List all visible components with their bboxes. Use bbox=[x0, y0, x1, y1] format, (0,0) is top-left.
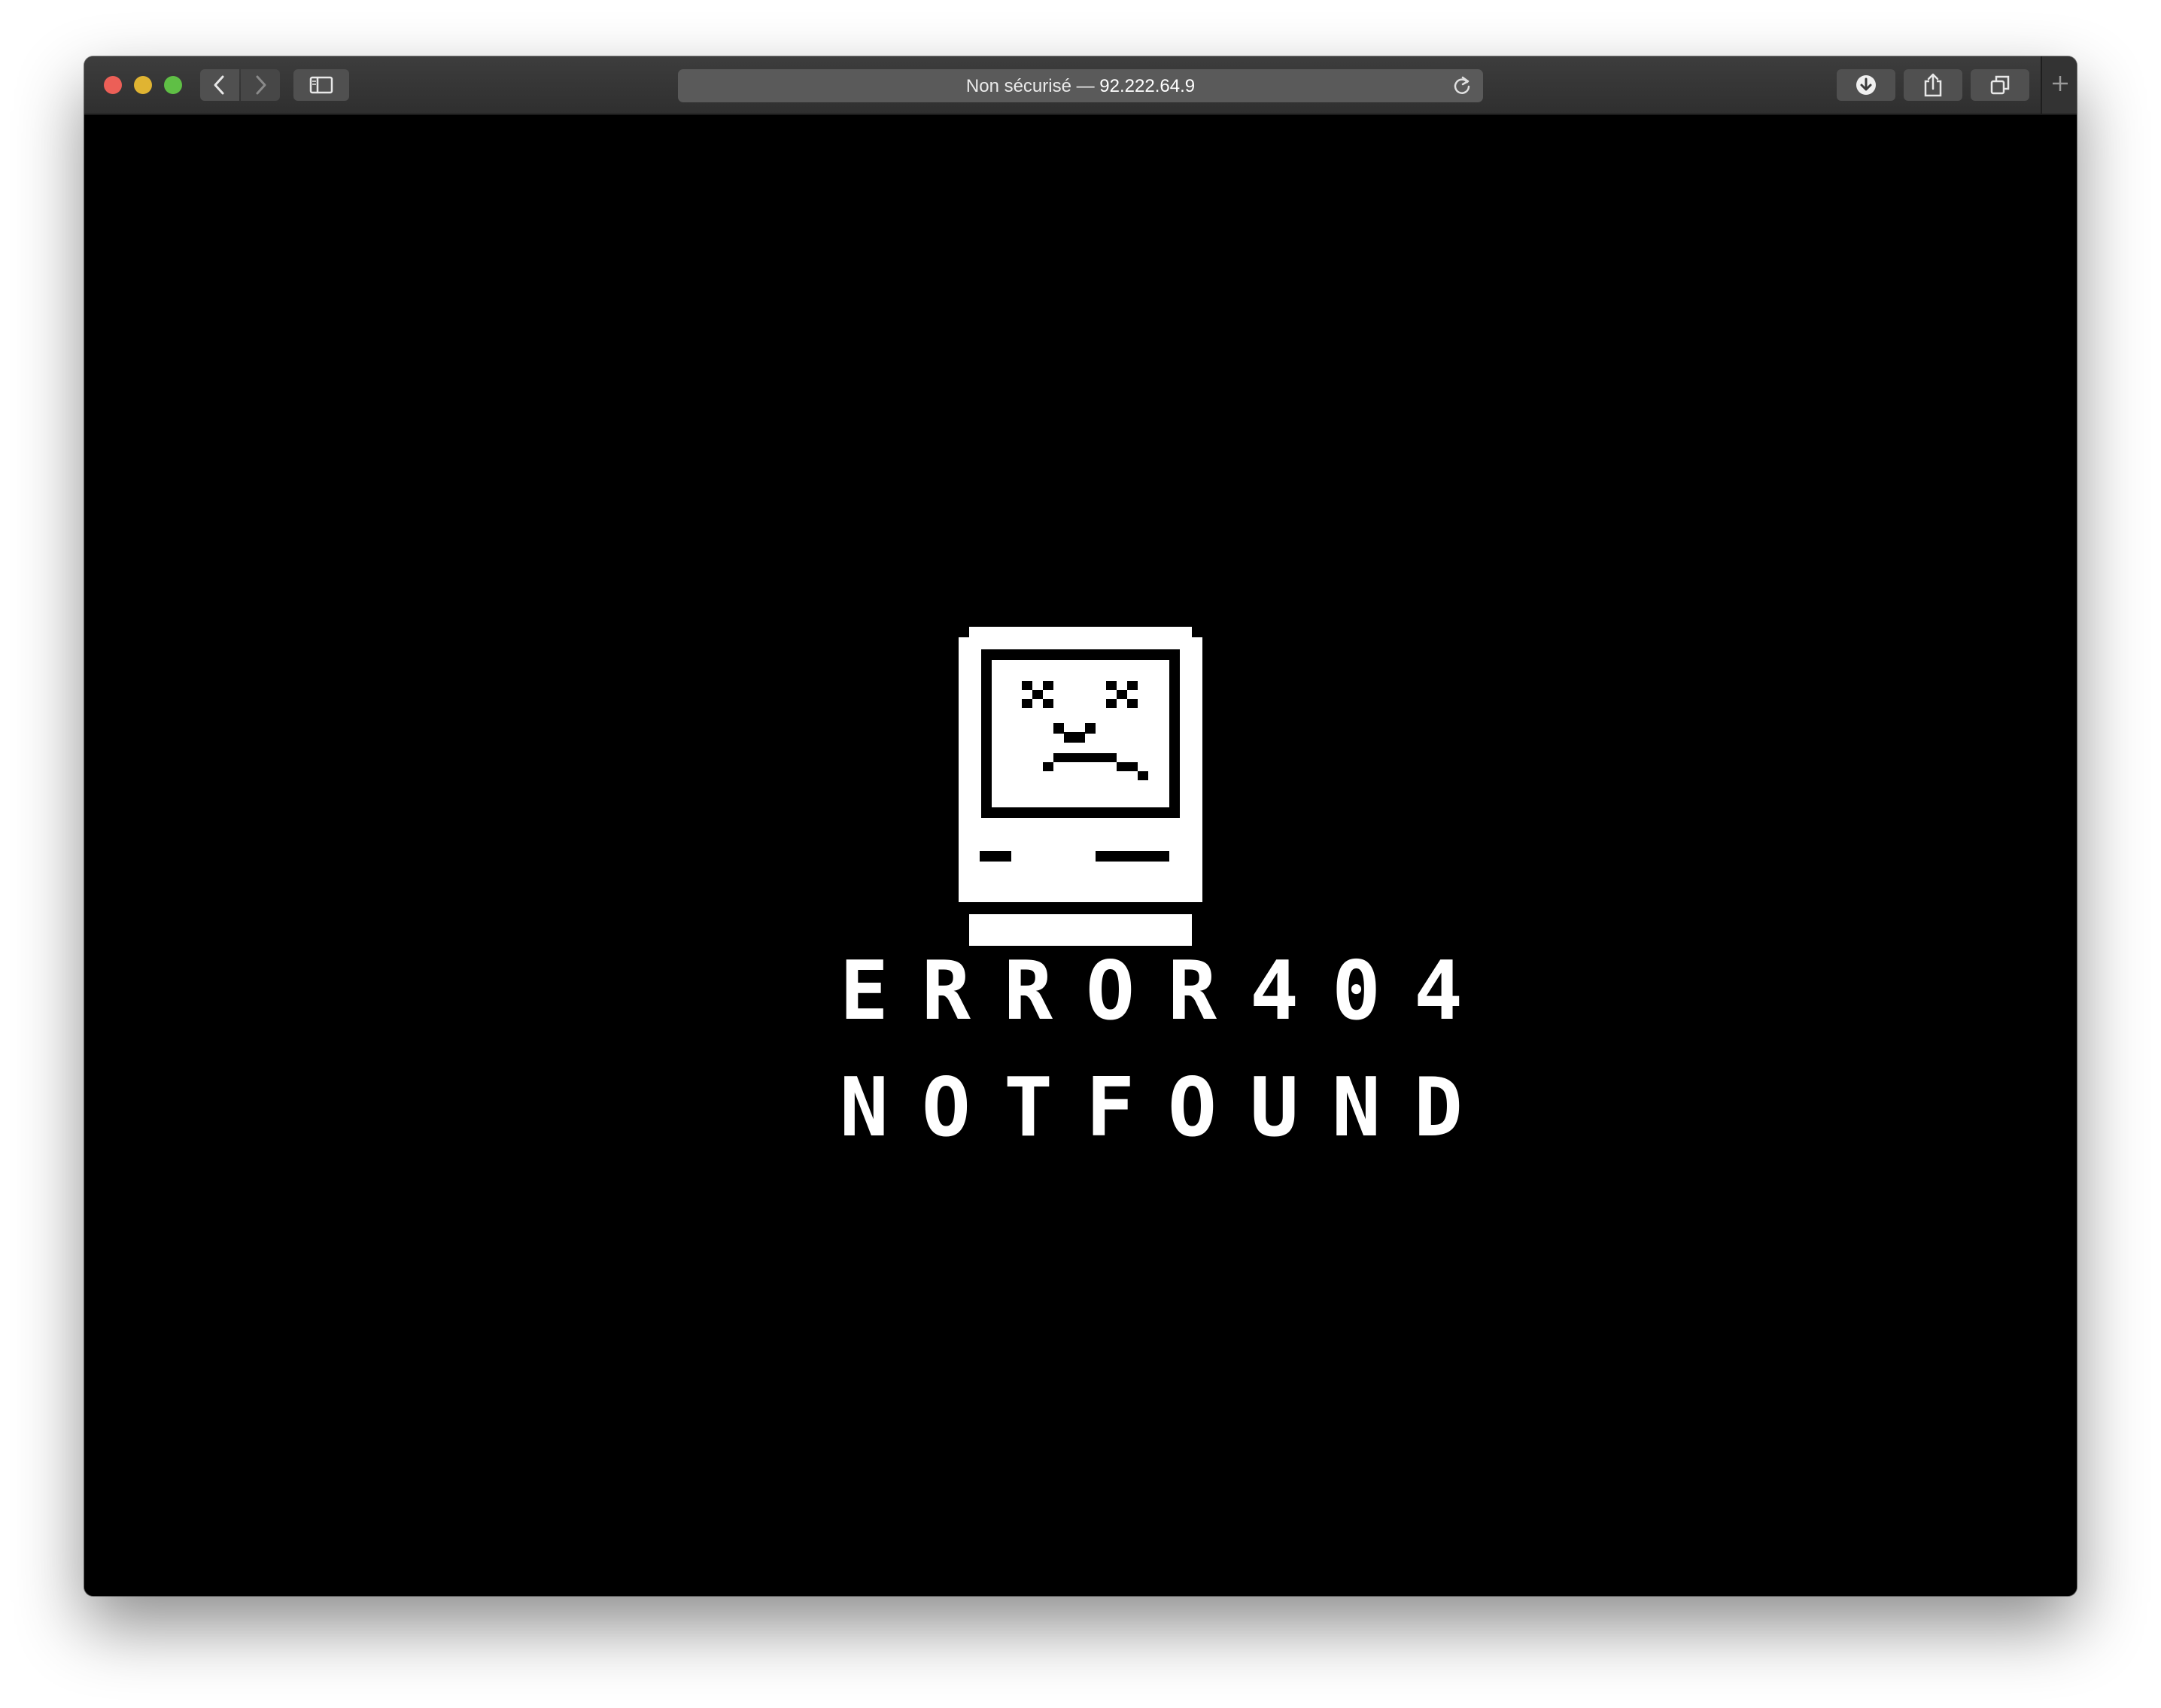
back-button[interactable] bbox=[200, 69, 239, 101]
downloads-button[interactable] bbox=[1837, 69, 1895, 101]
browser-toolbar: Non sécurisé — 92.222.64.9 bbox=[84, 56, 2077, 115]
reload-icon[interactable] bbox=[1451, 75, 1473, 100]
error-subtitle: NOTFOUND bbox=[839, 1061, 1497, 1155]
sad-mac-icon bbox=[959, 627, 1202, 950]
minimize-window-button[interactable] bbox=[134, 76, 152, 94]
forward-button[interactable] bbox=[241, 69, 280, 101]
address-bar[interactable]: Non sécurisé — 92.222.64.9 bbox=[678, 69, 1483, 102]
security-label: Non sécurisé — bbox=[965, 76, 1100, 96]
error-title: ERROR404 bbox=[839, 944, 1497, 1038]
chevron-right-icon bbox=[253, 74, 268, 96]
address-text: Non sécurisé — 92.222.64.9 bbox=[678, 76, 1483, 97]
browser-window: Non sécurisé — 92.222.64.9 ERROR404 NOTF… bbox=[84, 56, 2077, 1596]
tab-overview-button[interactable] bbox=[1971, 69, 2029, 101]
sidebar-icon bbox=[309, 76, 333, 94]
plus-icon bbox=[2051, 74, 2069, 96]
close-window-button[interactable] bbox=[104, 76, 122, 94]
share-icon bbox=[1922, 72, 1944, 98]
sidebar-toggle-button[interactable] bbox=[293, 69, 349, 101]
address-host: 92.222.64.9 bbox=[1099, 76, 1196, 96]
chevron-left-icon bbox=[212, 74, 227, 96]
maximize-window-button[interactable] bbox=[164, 76, 182, 94]
new-tab-button[interactable] bbox=[2041, 56, 2077, 114]
download-icon bbox=[1855, 74, 1877, 96]
tabs-overview-icon bbox=[1989, 74, 2011, 96]
page-content: ERROR404 NOTFOUND bbox=[84, 115, 2077, 1596]
share-button[interactable] bbox=[1904, 69, 1962, 101]
